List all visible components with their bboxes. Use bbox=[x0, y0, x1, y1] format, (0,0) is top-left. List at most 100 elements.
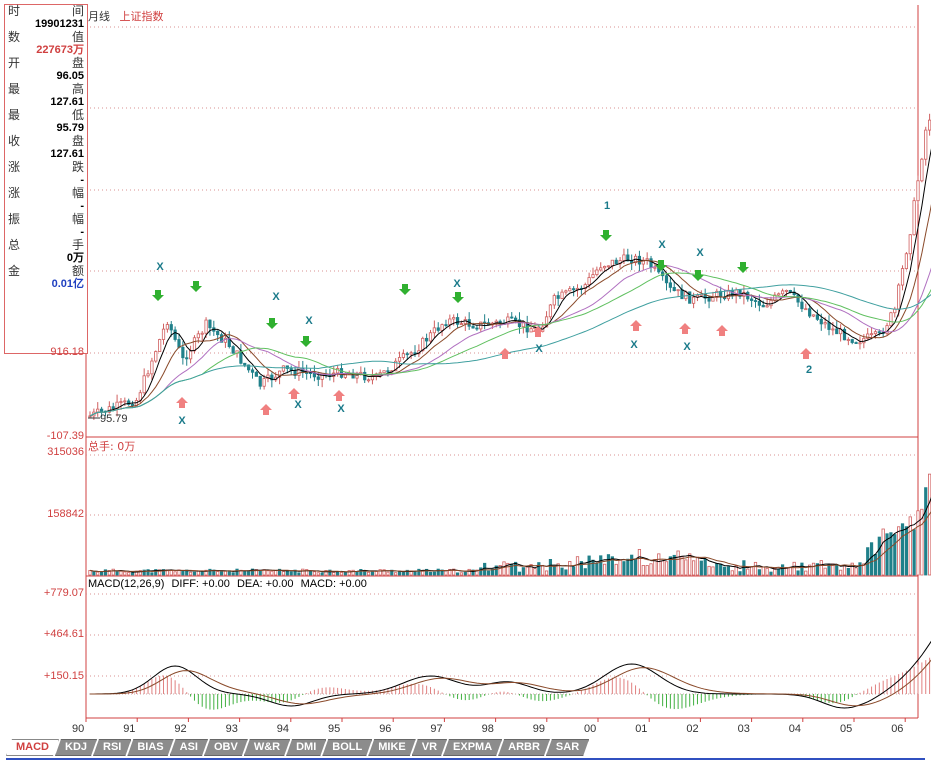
macd-axis-mid: +464.61 bbox=[43, 628, 84, 640]
volume-ma5-line bbox=[89, 496, 931, 573]
candle-body bbox=[769, 299, 773, 307]
tab-bias[interactable]: BIAS bbox=[127, 739, 173, 756]
candle-body bbox=[854, 342, 858, 344]
candle-body bbox=[869, 333, 874, 336]
indicator-tabs: MACD KDJ RSI BIAS ASI OBV W&R DMI BOLL MIKE VR EXPM… bbox=[6, 739, 585, 756]
tab-arbr[interactable]: ARBR bbox=[498, 739, 550, 756]
volume-bar bbox=[684, 559, 688, 576]
volume-bar bbox=[560, 567, 564, 576]
tab-dmi[interactable]: DMI bbox=[286, 739, 326, 756]
tab-sar[interactable]: SAR bbox=[546, 739, 589, 756]
info-key: 金 bbox=[8, 264, 21, 278]
volume-bar bbox=[653, 559, 657, 576]
candle-body bbox=[397, 357, 402, 362]
volume-bar bbox=[564, 569, 568, 576]
info-key: 时 bbox=[8, 4, 21, 18]
candle-body bbox=[119, 401, 123, 403]
macd-dea-line bbox=[90, 659, 931, 707]
candle-body bbox=[254, 371, 258, 377]
volume-bar bbox=[676, 550, 680, 576]
macd-diff: DIFF: +0.00 bbox=[171, 578, 230, 590]
candle-body bbox=[204, 319, 208, 334]
volume-bar bbox=[173, 571, 177, 576]
volume-bar bbox=[235, 568, 239, 576]
macd-axis-low: +150.15 bbox=[43, 670, 84, 682]
volume-bar bbox=[572, 566, 576, 576]
volume-bar bbox=[119, 570, 123, 576]
tab-wr[interactable]: W&R bbox=[244, 739, 290, 756]
volume-bar bbox=[130, 572, 135, 576]
volume-bar bbox=[858, 562, 862, 576]
volume-bar bbox=[394, 572, 398, 576]
volume-bar bbox=[726, 566, 731, 576]
candle-body bbox=[475, 327, 479, 330]
candle-body bbox=[780, 290, 785, 295]
candle-body bbox=[924, 129, 928, 160]
volume-bar bbox=[835, 563, 839, 576]
candle-body bbox=[827, 322, 831, 330]
x-axis-label: 98 bbox=[481, 723, 494, 735]
candle-body bbox=[432, 327, 436, 334]
candle-body bbox=[668, 282, 672, 288]
volume-bar bbox=[722, 566, 727, 576]
candle-body bbox=[811, 314, 816, 317]
signal-x-marker: X bbox=[156, 261, 164, 273]
x-axis-label: 97 bbox=[430, 723, 443, 735]
volume-bar bbox=[595, 562, 599, 576]
volume-bar bbox=[192, 571, 197, 576]
price-axis-mid: 916.18 bbox=[50, 346, 84, 358]
tab-expma[interactable]: EXPMA bbox=[443, 739, 502, 756]
info-key: 最 bbox=[8, 108, 21, 122]
volume-bar bbox=[591, 559, 595, 576]
tab-rsi[interactable]: RSI bbox=[93, 739, 131, 756]
candle-body bbox=[459, 323, 464, 326]
tab-boll[interactable]: BOLL bbox=[322, 739, 372, 756]
volume-bar bbox=[873, 554, 878, 576]
candle-body bbox=[815, 314, 820, 320]
candle-body bbox=[88, 415, 92, 418]
tab-macd[interactable]: MACD bbox=[6, 739, 59, 756]
candle-body bbox=[339, 368, 344, 378]
volume-bar bbox=[606, 554, 611, 576]
volume-bar bbox=[339, 571, 344, 576]
candle-body bbox=[386, 370, 390, 373]
period-label[interactable]: 月线 bbox=[88, 10, 110, 23]
tab-mike[interactable]: MIKE bbox=[368, 739, 416, 756]
candle-body bbox=[150, 360, 154, 375]
candle-body bbox=[630, 260, 634, 264]
candle-body bbox=[796, 294, 800, 303]
candle-body bbox=[858, 342, 862, 345]
tab-vr[interactable]: VR bbox=[412, 739, 447, 756]
candle-body bbox=[258, 375, 262, 387]
volume-bar bbox=[827, 564, 831, 576]
x-axis-label: 05 bbox=[840, 723, 853, 735]
candle-body bbox=[835, 328, 839, 335]
volume-bar bbox=[417, 568, 421, 576]
x-axis-label: 06 bbox=[891, 723, 904, 735]
candle-body bbox=[405, 353, 409, 356]
info-key-suffix: 低 bbox=[71, 108, 84, 122]
volume-bar bbox=[483, 562, 487, 576]
peak-label: 1 bbox=[604, 200, 611, 212]
volume-bar bbox=[544, 570, 549, 576]
x-axis-label: 93 bbox=[225, 723, 238, 735]
volume-bar bbox=[881, 528, 885, 576]
info-row: 涨幅 bbox=[5, 187, 87, 200]
tab-kdj[interactable]: KDJ bbox=[55, 739, 97, 756]
tab-asi[interactable]: ASI bbox=[170, 739, 208, 756]
tab-obv[interactable]: OBV bbox=[204, 739, 248, 756]
volume-bar bbox=[459, 572, 464, 576]
volume-bar bbox=[730, 570, 734, 576]
volume-bar bbox=[223, 570, 228, 576]
candle-body bbox=[111, 406, 115, 410]
candle-body bbox=[587, 277, 591, 286]
info-key: 最 bbox=[8, 82, 21, 96]
candle-body bbox=[591, 274, 595, 278]
candle-body bbox=[142, 375, 146, 394]
info-row: 最高 bbox=[5, 83, 87, 96]
volume-bar bbox=[285, 570, 289, 576]
candle-body bbox=[552, 295, 556, 306]
volume-bar bbox=[111, 568, 115, 576]
candle-body bbox=[595, 269, 599, 276]
ma30-line bbox=[89, 272, 931, 417]
